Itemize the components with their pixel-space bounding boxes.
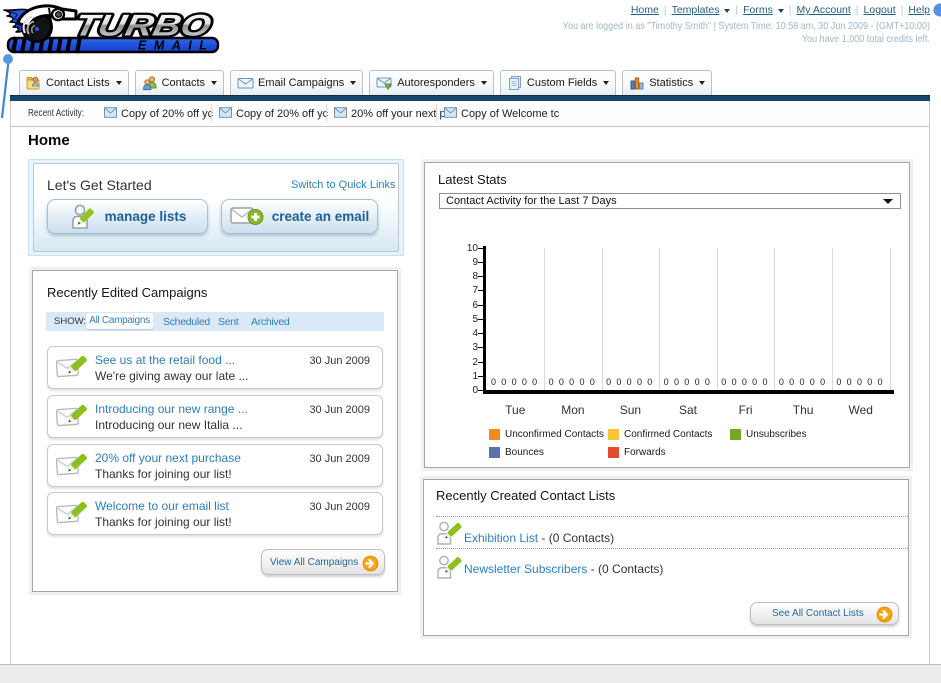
svg-text:TURBO: TURBO	[72, 9, 215, 42]
